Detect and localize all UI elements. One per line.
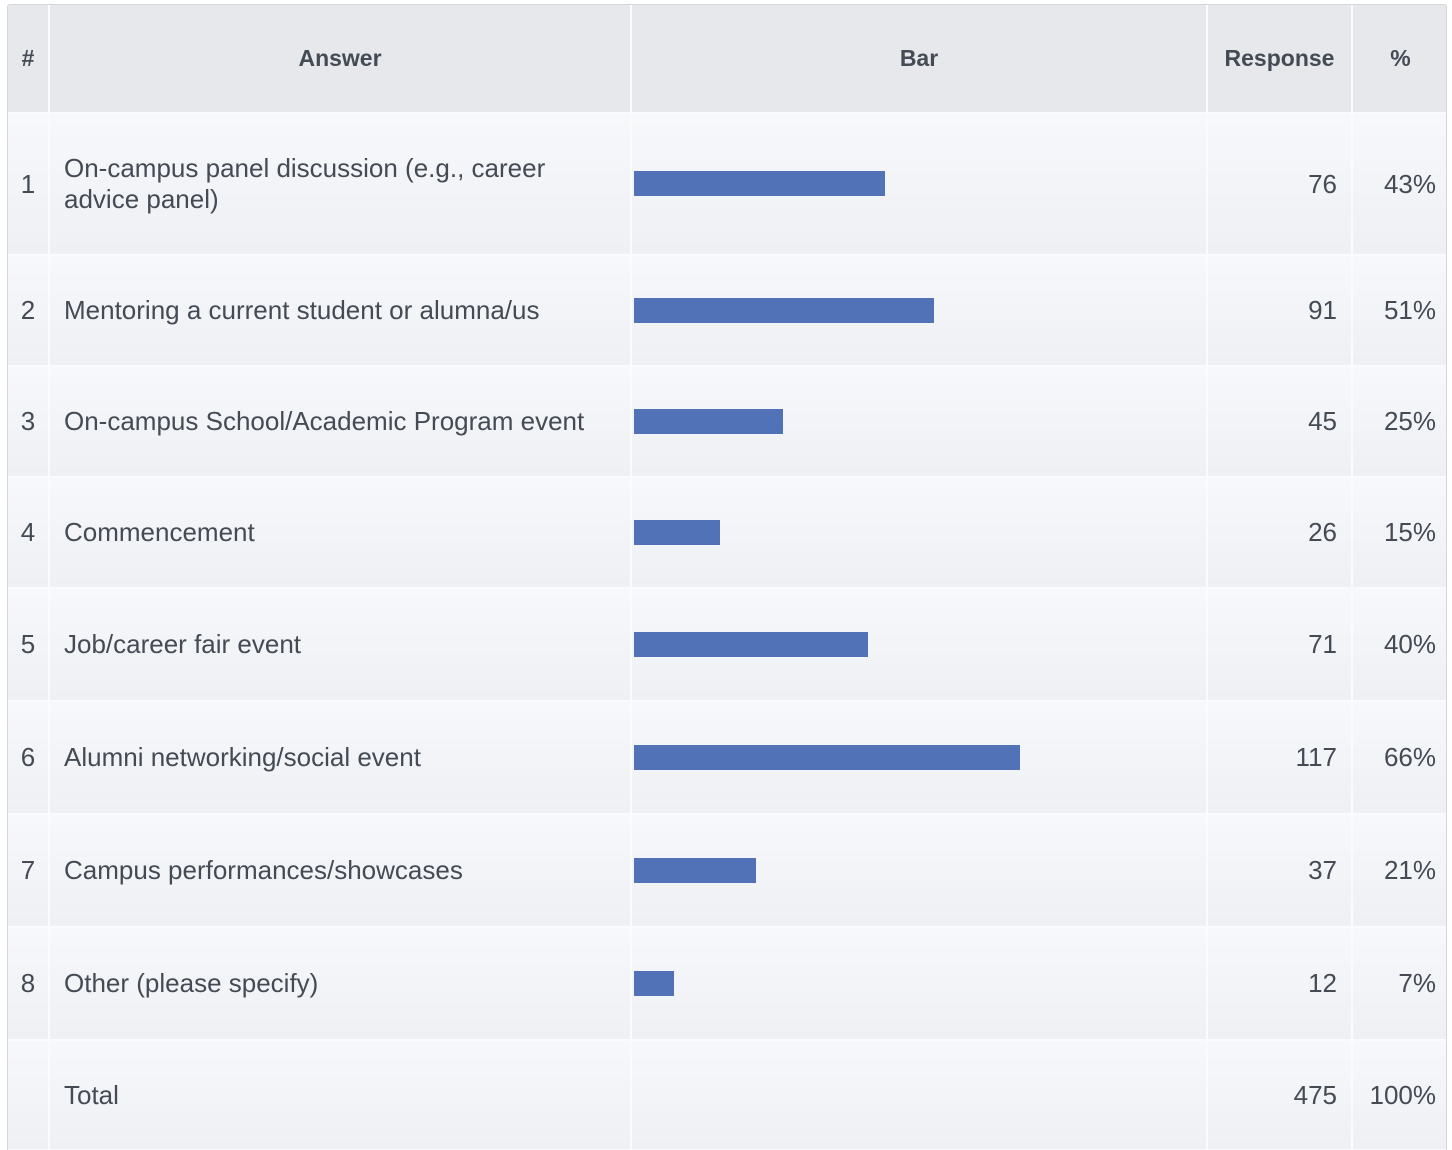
bar-mark: [634, 171, 885, 196]
row-number: 3: [8, 366, 50, 478]
response-percent: 15%: [1352, 477, 1446, 589]
bar-cell: [631, 588, 1208, 702]
row-number: 5: [8, 588, 50, 702]
bar-track: [632, 297, 1206, 324]
table-row: 5 Job/career fair event 71 40%: [8, 588, 1446, 702]
results-table-container: # Answer Bar Response % 1 On-campus panel…: [7, 4, 1447, 1150]
response-percent: 40%: [1352, 588, 1446, 702]
row-number: 6: [8, 701, 50, 815]
table-row: 4 Commencement 26 15%: [8, 477, 1446, 589]
results-body: 1 On-campus panel discussion (e.g., caree…: [8, 113, 1446, 1150]
table-row: 6 Alumni networking/social event 117 66%: [8, 701, 1446, 815]
response-count: 12: [1207, 927, 1353, 1041]
row-number: 1: [8, 113, 50, 256]
bar-track: [632, 970, 1206, 997]
table-row: 3 On-campus School/Academic Program event…: [8, 366, 1446, 478]
bar-mark: [634, 857, 756, 883]
response-percent: 7%: [1352, 927, 1446, 1041]
bar-mark: [634, 631, 868, 657]
header-percent: %: [1352, 5, 1446, 114]
row-number: 4: [8, 477, 50, 589]
total-response: 475: [1207, 1040, 1353, 1150]
table-row: 8 Other (please specify) 12 7%: [8, 927, 1446, 1041]
answer-label: Other (please specify): [49, 927, 632, 1041]
response-count: 117: [1207, 701, 1353, 815]
table-row: 1 On-campus panel discussion (e.g., caree…: [8, 113, 1446, 256]
row-number: 2: [8, 255, 50, 367]
bar-cell: [631, 701, 1208, 815]
bar-mark: [634, 744, 1020, 770]
response-count: 45: [1207, 366, 1353, 478]
header-answer: Answer: [49, 5, 632, 114]
total-number: [8, 1040, 50, 1150]
row-number: 8: [8, 927, 50, 1041]
response-count: 37: [1207, 814, 1353, 928]
bar-track: [632, 519, 1206, 546]
table-row: 7 Campus performances/showcases 37 21%: [8, 814, 1446, 928]
bar-track: [632, 171, 1206, 197]
results-table: # Answer Bar Response % 1 On-campus panel…: [8, 5, 1446, 1150]
bar-track: [632, 408, 1206, 435]
answer-label: Mentoring a current student or alumna/us: [49, 255, 632, 367]
header-num: #: [8, 5, 50, 114]
response-percent: 21%: [1352, 814, 1446, 928]
response-percent: 51%: [1352, 255, 1446, 367]
header-bar: Bar: [631, 5, 1208, 114]
response-percent: 25%: [1352, 366, 1446, 478]
header-row: # Answer Bar Response %: [8, 5, 1446, 114]
total-bar-cell: [631, 1040, 1208, 1150]
response-count: 76: [1207, 113, 1353, 256]
bar-cell: [631, 477, 1208, 589]
bar-mark: [634, 519, 720, 545]
bar-track: [632, 631, 1206, 658]
response-count: 91: [1207, 255, 1353, 367]
bar-cell: [631, 366, 1208, 478]
bar-mark: [634, 297, 934, 323]
bar-mark: [634, 408, 783, 434]
bar-track: [632, 857, 1206, 884]
bar-cell: [631, 255, 1208, 367]
response-count: 26: [1207, 477, 1353, 589]
response-percent: 66%: [1352, 701, 1446, 815]
answer-label: Commencement: [49, 477, 632, 589]
bar-mark: [634, 970, 674, 996]
answer-label: Campus performances/showcases: [49, 814, 632, 928]
row-number: 7: [8, 814, 50, 928]
total-percent: 100%: [1352, 1040, 1446, 1150]
answer-label: Job/career fair event: [49, 588, 632, 702]
bar-cell: [631, 814, 1208, 928]
table-row: 2 Mentoring a current student or alumna/u…: [8, 255, 1446, 367]
answer-label: Alumni networking/social event: [49, 701, 632, 815]
bar-track: [632, 744, 1206, 771]
total-label: Total: [49, 1040, 632, 1150]
response-percent: 43%: [1352, 113, 1446, 256]
header-response: Response: [1207, 5, 1353, 114]
bar-cell: [631, 927, 1208, 1041]
response-count: 71: [1207, 588, 1353, 702]
answer-label: On-campus School/Academic Program event: [49, 366, 632, 478]
bar-cell: [631, 113, 1208, 256]
answer-label: On-campus panel discussion (e.g., career…: [49, 113, 632, 256]
total-row: Total 475 100%: [8, 1040, 1446, 1150]
